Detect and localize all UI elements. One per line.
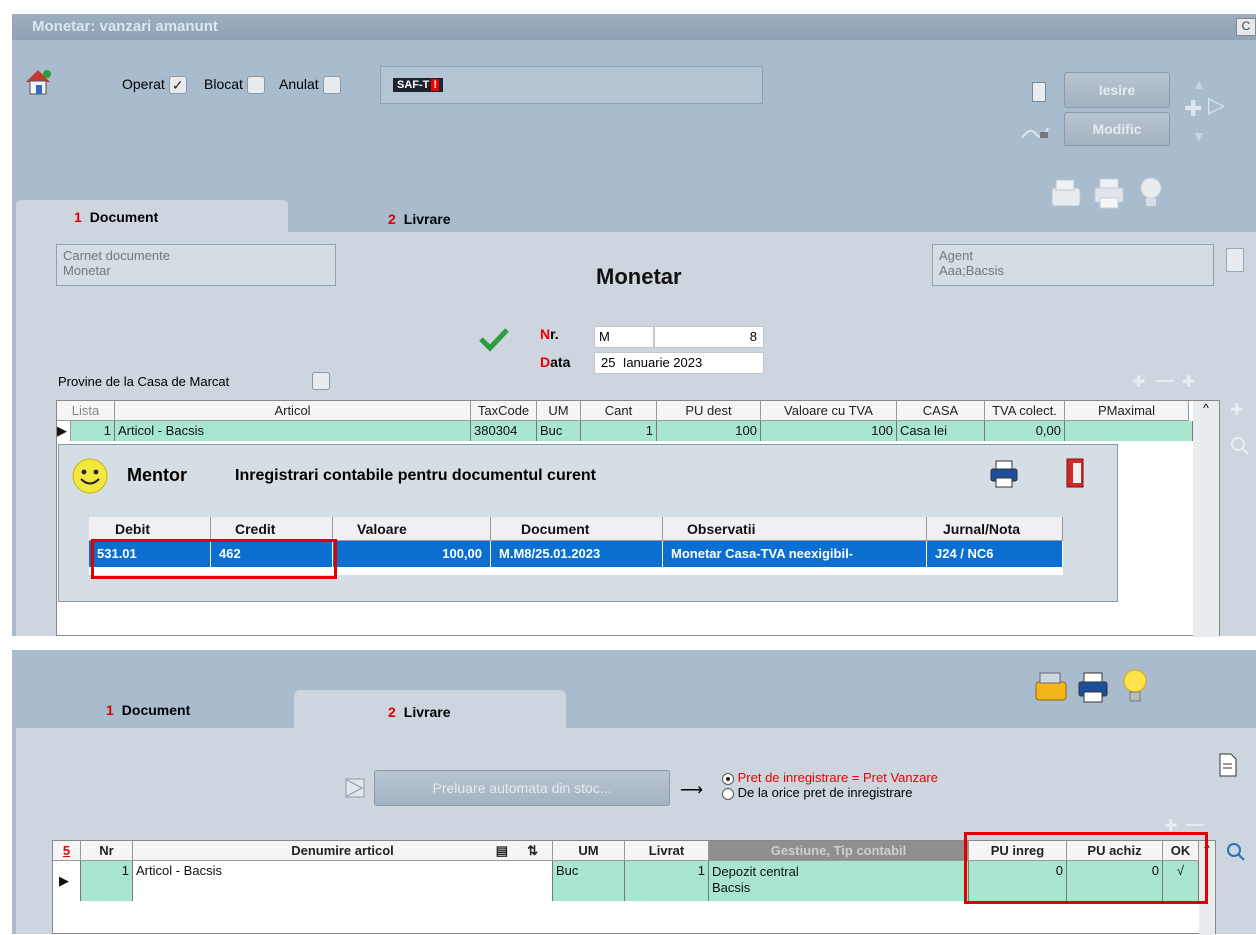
top-window: Monetar: vanzari amanunt C Operat ✓ Bloc… (12, 14, 1256, 637)
blocat-checkbox[interactable] (246, 76, 265, 95)
modific-button[interactable]: Modific (1064, 112, 1170, 146)
arrow-up-icon[interactable]: ▲ (1192, 76, 1206, 92)
col-lista[interactable]: Lista (57, 401, 115, 421)
remove-row-icon[interactable]: — (1156, 370, 1174, 391)
agent-label: Agent (939, 248, 973, 263)
home-icon[interactable] (22, 66, 54, 96)
debit-credit-highlight (91, 539, 337, 579)
col-um[interactable]: UM (537, 401, 581, 421)
tab-document-label: Document (89, 209, 159, 225)
cash-register-icon[interactable] (1048, 176, 1084, 210)
lightbulb-icon[interactable] (1138, 176, 1164, 212)
col-articol[interactable]: Articol (115, 401, 471, 421)
flag-operat[interactable]: Operat ✓ (122, 76, 187, 95)
title-bar: Monetar: vanzari amanunt C (12, 14, 1256, 40)
smiley-icon (72, 458, 108, 494)
col-cant[interactable]: Cant (581, 401, 657, 421)
grid-scrollbar[interactable]: ^ (1193, 401, 1219, 637)
nr-label: Nr. (540, 326, 559, 342)
nr-series-field[interactable]: M (594, 326, 654, 348)
data-field[interactable]: 25 Ianuarie 2023 (594, 352, 764, 374)
small-doc-icon[interactable] (1032, 82, 1046, 102)
col-taxcode[interactable]: TaxCode (471, 401, 537, 421)
col-tva[interactable]: TVA colect. (985, 401, 1065, 421)
tab-document-2[interactable]: 1 Document (106, 702, 190, 718)
mentor-panel: Mentor Inregistrari contabile pentru doc… (58, 444, 1118, 602)
anulat-checkbox[interactable] (322, 76, 341, 95)
livrare-tab-page: Preluare automata din stoc... ⟶ Pret de … (16, 728, 1256, 935)
tab-livrare-label: Livrare (403, 211, 451, 227)
mentor-title: Inregistrari contabile pentru documentul… (235, 467, 596, 484)
operat-checkbox[interactable]: ✓ (168, 76, 187, 95)
radio-pret-vanzare[interactable]: Pret de inregistrare = Pret Vanzare (722, 770, 938, 785)
blocat-label: Blocat (204, 76, 243, 92)
plus-icon[interactable]: ✚ (1184, 96, 1202, 122)
print-color-icon[interactable] (1076, 670, 1110, 704)
tab-livrare[interactable]: 2 Livrare (388, 211, 451, 227)
col-denumire[interactable]: Denumire articol ▤ ⇅ (133, 841, 553, 861)
mentor-print-icon[interactable] (989, 459, 1019, 489)
envelope-icon[interactable] (344, 776, 366, 800)
document-heading: Monetar (596, 264, 682, 289)
radio-orice-pret[interactable]: De la orice pret de inregistrare (722, 785, 938, 800)
add-row-icon[interactable]: ✚ (1132, 372, 1145, 392)
saft-badge[interactable]: SAF-T! (393, 78, 444, 92)
carnet-field[interactable]: Carnet documente Monetar (56, 244, 336, 286)
operat-label: Operat (122, 76, 165, 92)
exit-door-icon[interactable] (1063, 457, 1087, 489)
agent-field[interactable]: Agent Aaa;Bacsis (932, 244, 1214, 286)
row-pointer-icon-2: ▶ (53, 861, 81, 901)
col-valoare[interactable]: Valoare cu TVA (761, 401, 897, 421)
col-nr[interactable]: Nr (81, 841, 133, 861)
flag-anulat[interactable]: Anulat (279, 76, 341, 95)
col-livrat[interactable]: Livrat (625, 841, 709, 861)
col-casa[interactable]: CASA (897, 401, 985, 421)
radio-group: Pret de inregistrare = Pret Vanzare De l… (722, 770, 938, 800)
agent-value: Aaa;Bacsis (939, 263, 1005, 278)
arrow-down-icon[interactable]: ▼ (1192, 128, 1206, 144)
carnet-label: Carnet documente (63, 248, 170, 263)
mentor-name: Mentor (127, 465, 187, 485)
cash-register-color-icon[interactable] (1032, 670, 1070, 704)
price-highlight (964, 832, 1208, 904)
checkmark-icon (479, 328, 509, 352)
flag-blocat[interactable]: Blocat (204, 76, 265, 95)
carnet-value: Monetar (63, 263, 111, 278)
nr-value-field[interactable]: 8 (654, 326, 764, 348)
arrow-right-icon[interactable]: ▷ (1208, 92, 1225, 118)
tab-livrare-2[interactable]: 2 Livrare (294, 690, 566, 728)
print-icon[interactable] (1092, 176, 1126, 210)
document-icon[interactable] (1218, 752, 1238, 778)
provine-checkbox[interactable] (312, 372, 330, 390)
row-count: 5 (53, 841, 81, 861)
provine-label: Provine de la Casa de Marcat (58, 374, 230, 389)
grid-plus-icon[interactable]: ✚ (1230, 400, 1243, 420)
col-gestiune[interactable]: Gestiune, Tip contabil (709, 841, 969, 861)
iesire-button[interactable]: Iesire (1064, 72, 1170, 108)
document-settings-icon[interactable] (1226, 248, 1244, 272)
arrow-icon: ⟶ (680, 782, 703, 799)
lightbulb-color-icon[interactable] (1122, 668, 1148, 706)
saft-panel: SAF-T! (380, 66, 763, 104)
anulat-label: Anulat (279, 76, 319, 92)
grid-tool-icon[interactable]: ▤ (496, 841, 508, 861)
data-label: Data (540, 354, 571, 370)
window-title: Monetar: vanzari amanunt (32, 18, 218, 35)
col-pmaximal[interactable]: PMaximal (1065, 401, 1189, 421)
bottom-window: 1 Document 2 Livrare Preluare automata din… (12, 650, 1256, 935)
search-icon[interactable] (1230, 436, 1250, 456)
insert-row-icon[interactable]: ✚ (1182, 372, 1195, 392)
col-pu-dest[interactable]: PU dest (657, 401, 761, 421)
signature-icon[interactable] (1020, 118, 1050, 142)
tab-document[interactable]: 1 Document (16, 200, 288, 232)
corner-button[interactable]: C (1236, 18, 1256, 36)
search-icon-2[interactable] (1226, 842, 1246, 862)
row-pointer-icon: ▶ (57, 421, 71, 441)
document-tab-page: Carnet documente Monetar Monetar Agent A… (16, 232, 1256, 637)
preluare-button[interactable]: Preluare automata din stoc... (374, 770, 670, 806)
col-um-2[interactable]: UM (553, 841, 625, 861)
grid-sort-icon[interactable]: ⇅ (527, 841, 538, 861)
